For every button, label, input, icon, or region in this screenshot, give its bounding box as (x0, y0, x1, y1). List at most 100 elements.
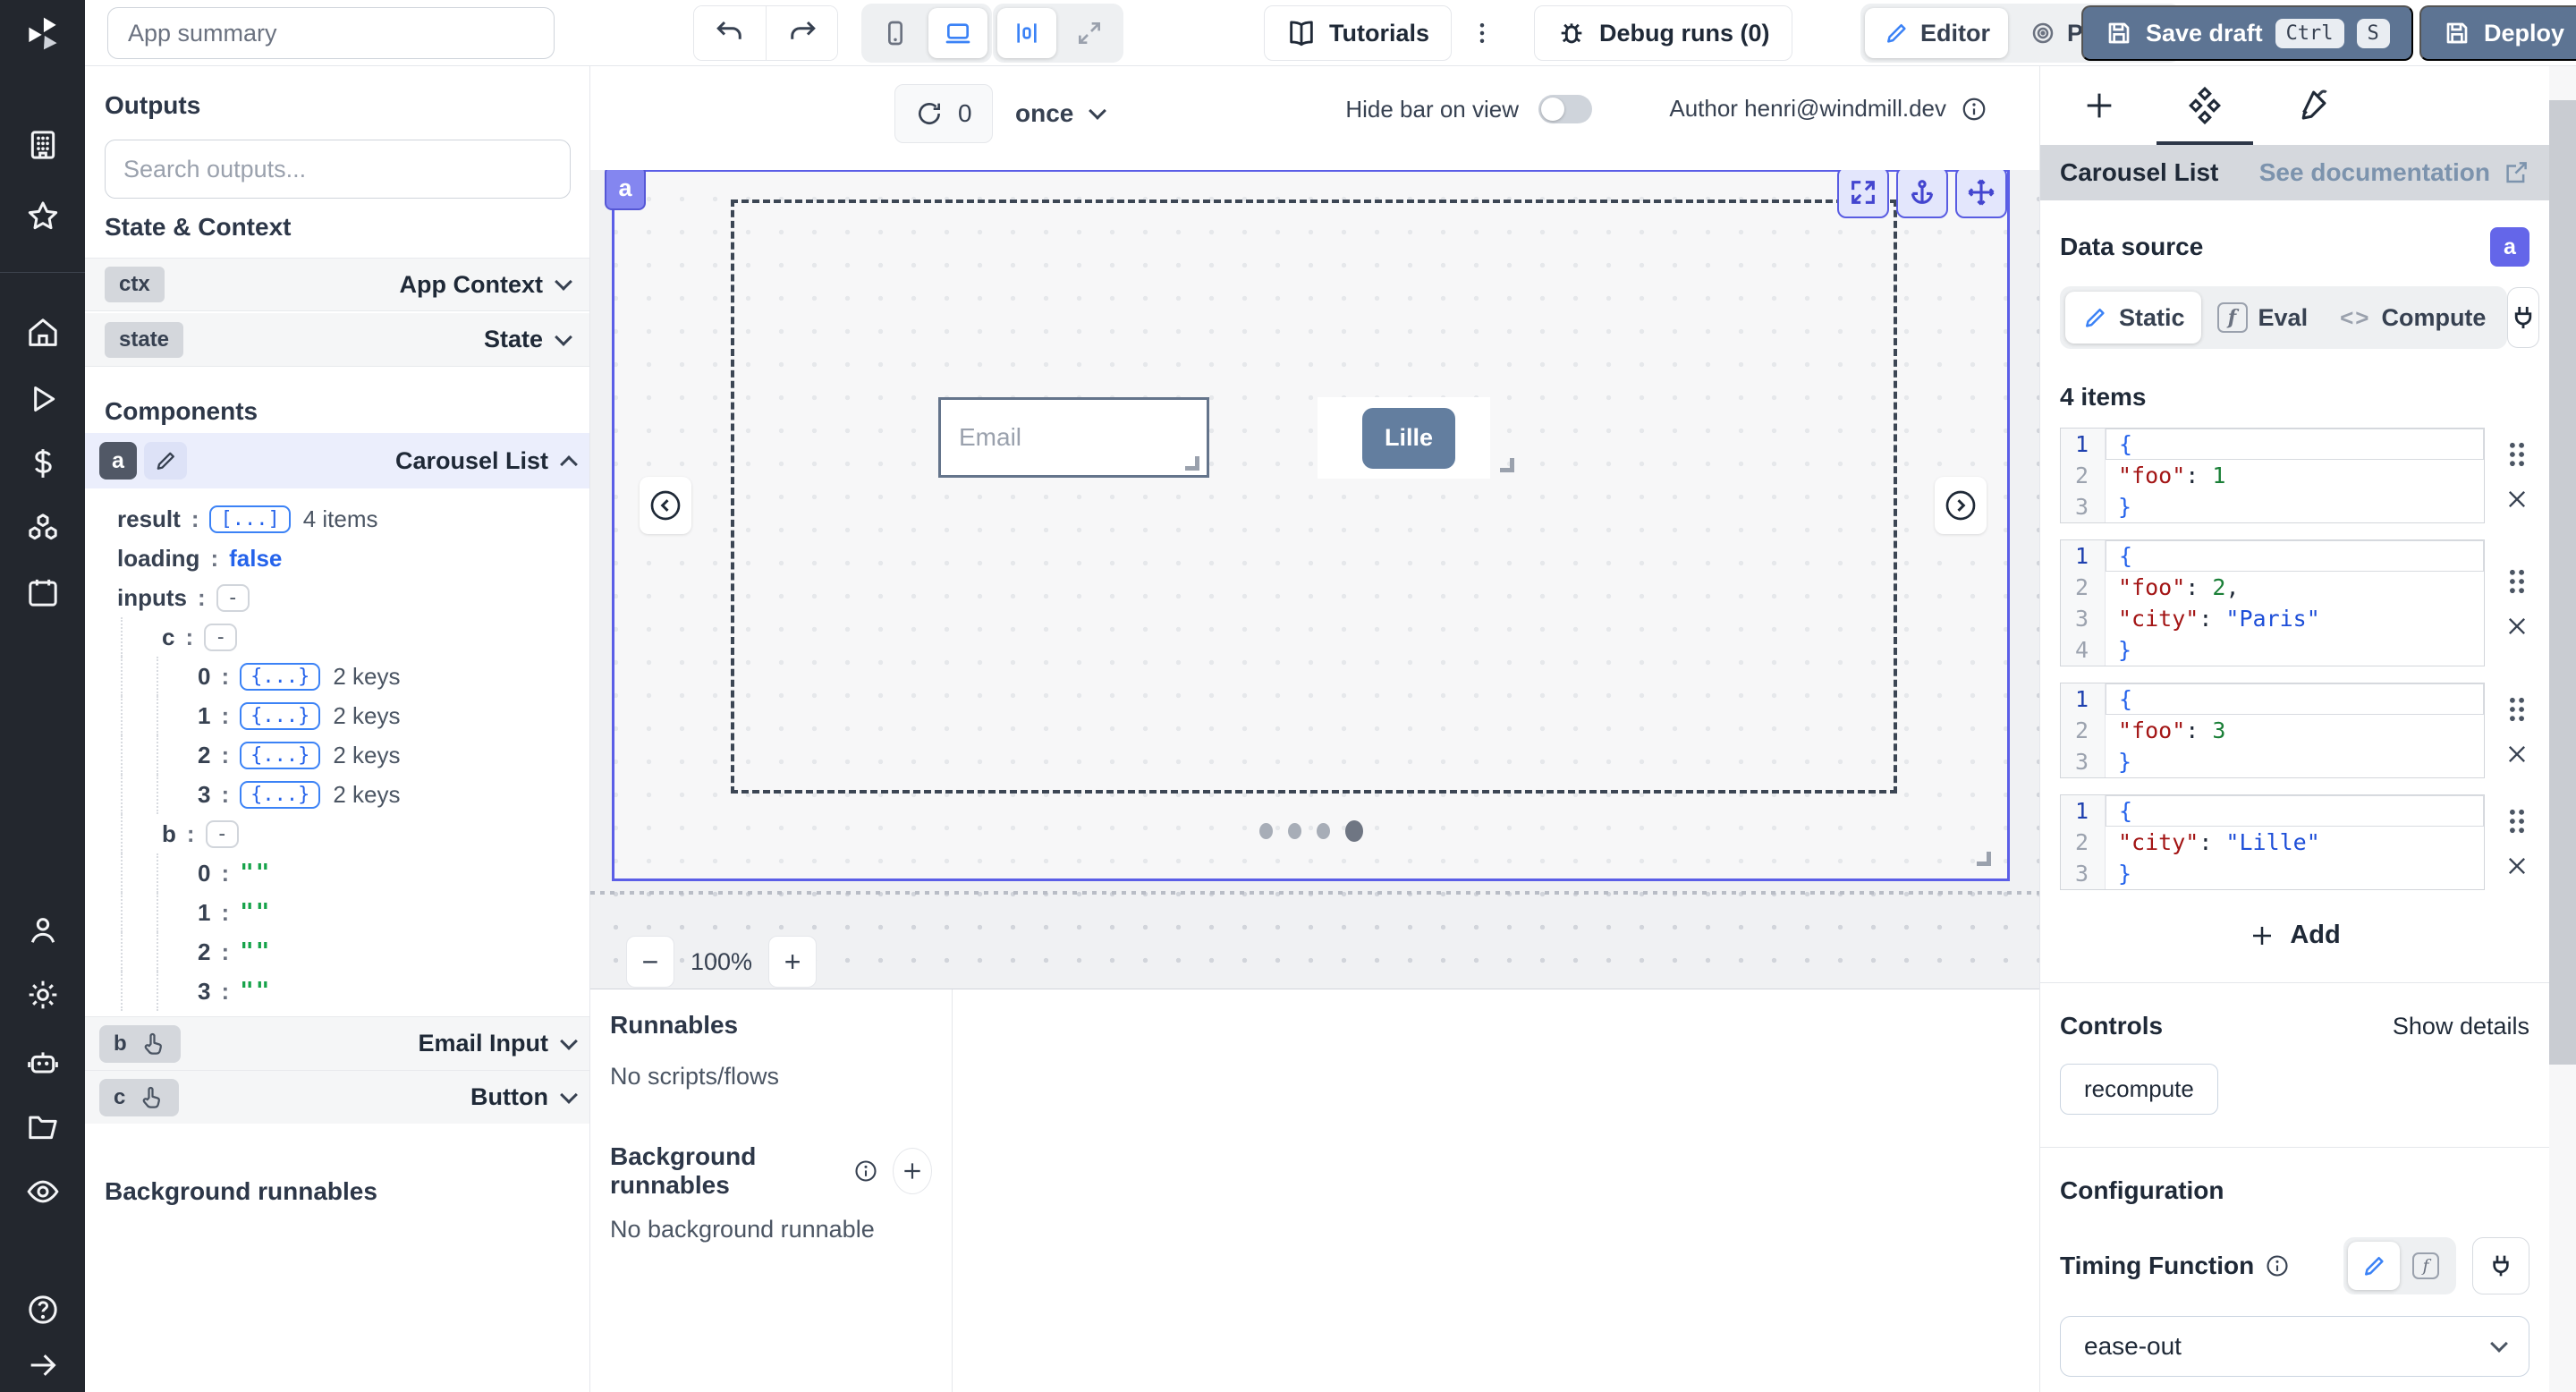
delete-item-icon[interactable] (2504, 614, 2529, 639)
chevron-down-icon[interactable] (555, 273, 572, 291)
info-icon[interactable] (2265, 1253, 2290, 1278)
show-details-link[interactable]: Show details (2393, 1013, 2529, 1040)
tree-row-b1[interactable]: 1: "" (85, 893, 589, 932)
help-icon[interactable] (25, 1292, 61, 1328)
collapse-pill[interactable]: - (206, 820, 239, 848)
json-editor[interactable]: 1{ 2 "city": "Lille" 3} (2060, 794, 2485, 890)
collapse-pill[interactable]: - (216, 584, 250, 612)
recompute-button[interactable]: recompute (2060, 1064, 2218, 1115)
deploy-button[interactable]: Deploy (2419, 5, 2576, 61)
component-row-email[interactable]: b Email Input (85, 1016, 589, 1070)
tree-row-c0[interactable]: 0: {...} 2 keys (85, 657, 589, 696)
resize-handle[interactable] (1500, 458, 1514, 472)
eval-mode-button[interactable]: f (2400, 1242, 2452, 1290)
tree-row-c3[interactable]: 3: {...} 2 keys (85, 775, 589, 814)
carousel-dot[interactable] (1317, 823, 1330, 839)
add-item-button[interactable]: Add (2060, 921, 2529, 950)
object-pill[interactable]: {...} (240, 663, 320, 691)
static-mode-button[interactable]: Static (2065, 292, 2201, 344)
connect-input-button[interactable] (2507, 287, 2539, 348)
app-canvas[interactable]: a Lille (590, 170, 2039, 989)
drag-handle-icon[interactable] (2505, 807, 2529, 836)
windmill-logo-icon[interactable] (23, 14, 63, 54)
tree-row-inputs[interactable]: inputs: - (85, 578, 589, 617)
zoom-out-button[interactable]: − (626, 936, 674, 988)
undo-button[interactable] (694, 6, 766, 60)
json-editor[interactable]: 1{ 2 "foo": 2, 3 "city": "Paris" 4} (2060, 539, 2485, 666)
settings-scrollbar[interactable] (2549, 66, 2576, 1392)
save-draft-button[interactable]: Save draft Ctrl S (2081, 5, 2413, 61)
carousel-dot-active[interactable] (1345, 820, 1363, 842)
component-row-button[interactable]: c Button (85, 1070, 589, 1124)
drag-handle-icon[interactable] (2505, 440, 2529, 469)
email-input-component[interactable] (938, 397, 1209, 478)
collapse-pill[interactable]: - (204, 624, 237, 651)
carousel-next-button[interactable] (1935, 477, 1987, 534)
tree-row-c[interactable]: c: - (85, 617, 589, 657)
object-pill[interactable]: {...} (240, 742, 320, 769)
cubes-icon[interactable] (25, 510, 61, 546)
eval-mode-button[interactable]: f Eval (2201, 292, 2325, 344)
mobile-view-button[interactable] (866, 8, 925, 58)
chevron-down-icon[interactable] (560, 1086, 578, 1104)
tutorials-button[interactable]: Tutorials (1264, 5, 1452, 61)
redo-button[interactable] (766, 6, 837, 60)
app-summary-input[interactable] (107, 7, 555, 59)
calendar-icon[interactable] (25, 574, 61, 610)
kebab-menu-button[interactable] (1462, 20, 1502, 47)
editor-tab[interactable]: Editor (1865, 8, 2008, 58)
compute-mode-button[interactable]: <> Compute (2324, 292, 2502, 344)
tree-row-result[interactable]: result: [...] 4 items (85, 499, 589, 539)
resize-handle[interactable] (1977, 852, 1991, 866)
eye-icon[interactable] (25, 1174, 61, 1210)
carousel-item-container[interactable] (731, 199, 1897, 794)
connect-input-button[interactable] (2472, 1237, 2529, 1294)
info-icon[interactable] (853, 1159, 878, 1184)
selected-carousel-component[interactable]: a Lille (612, 170, 2010, 881)
tree-row-b3[interactable]: 3: "" (85, 972, 589, 1011)
robot-icon[interactable] (25, 1045, 61, 1081)
insert-component-tab[interactable] (2081, 66, 2117, 145)
scrollbar-thumb[interactable] (2549, 100, 2576, 1065)
delete-item-icon[interactable] (2504, 853, 2529, 878)
tree-row-loading[interactable]: loading: false (85, 539, 589, 578)
play-icon[interactable] (25, 381, 61, 417)
timing-function-select[interactable]: ease-out (2060, 1316, 2529, 1377)
desktop-view-button[interactable] (928, 8, 987, 58)
drag-handle-icon[interactable] (2505, 695, 2529, 724)
schedule-dropdown[interactable]: once (997, 84, 1122, 143)
add-background-runnable-button[interactable] (893, 1148, 932, 1194)
info-icon[interactable] (1961, 96, 1987, 123)
home-icon[interactable] (25, 315, 61, 351)
hide-bar-toggle[interactable] (1538, 95, 1592, 123)
gear-icon[interactable] (25, 977, 61, 1013)
ctx-row[interactable]: ctx App Context (85, 258, 589, 311)
folder-icon[interactable] (25, 1109, 61, 1145)
tree-row-c1[interactable]: 1: {...} 2 keys (85, 696, 589, 735)
see-documentation-link[interactable]: See documentation (2259, 158, 2529, 187)
dollar-icon[interactable] (25, 446, 61, 481)
anchor-component-button[interactable] (1896, 170, 1948, 218)
json-editor[interactable]: 1{ 2 "foo": 3 3} (2060, 683, 2485, 778)
fullwidth-layout-button[interactable] (1060, 8, 1119, 58)
chevron-down-icon[interactable] (560, 1032, 578, 1050)
zoom-in-button[interactable]: + (768, 936, 817, 988)
carousel-dot[interactable] (1288, 823, 1301, 839)
object-pill[interactable]: {...} (240, 781, 320, 809)
json-editor[interactable]: 1{ 2 "foo": 1 3} (2060, 428, 2485, 523)
chevron-down-icon[interactable] (555, 328, 572, 346)
component-settings-tab[interactable] (2185, 66, 2224, 145)
carousel-prev-button[interactable] (640, 477, 691, 534)
center-layout-button[interactable] (997, 8, 1056, 58)
star-icon[interactable] (25, 199, 61, 234)
array-pill[interactable]: [...] (209, 505, 290, 533)
tree-row-b0[interactable]: 0: "" (85, 853, 589, 893)
resize-handle[interactable] (1185, 456, 1199, 471)
refresh-button[interactable]: 0 (894, 84, 993, 143)
styling-tab[interactable] (2292, 66, 2330, 145)
object-pill[interactable]: {...} (240, 702, 320, 730)
component-row-carousel[interactable]: a Carousel List (85, 433, 589, 488)
arrow-right-icon[interactable] (25, 1347, 61, 1383)
building-icon[interactable] (25, 127, 61, 163)
state-row[interactable]: state State (85, 313, 589, 367)
